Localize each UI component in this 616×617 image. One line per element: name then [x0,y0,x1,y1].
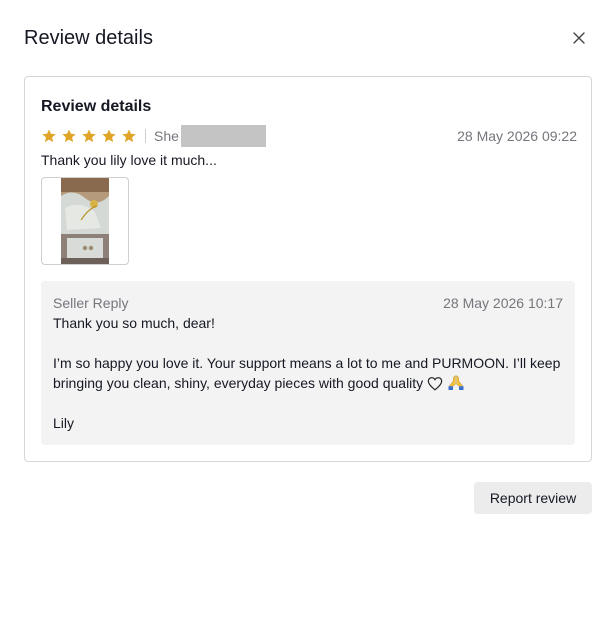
star-icon [82,129,96,143]
reply-line: I’m so happy you love it. Your support m… [53,355,561,391]
reply-line: Thank you so much, dear! [53,315,215,331]
review-photo[interactable] [41,177,129,265]
redacted-name-block [180,125,266,147]
praying-hands-icon [448,375,464,390]
report-review-button[interactable]: Report review [474,482,592,514]
divider [145,129,146,143]
star-icon [42,129,56,143]
reply-paragraph: I’m so happy you love it. Your support m… [53,353,563,393]
seller-reply-date: 28 May 2026 10:17 [443,295,563,311]
reply-signature: Lily [53,415,75,431]
close-button[interactable] [569,28,589,48]
rating-row: She 28 May 2026 09:22 [41,125,577,147]
close-icon [573,32,585,44]
dialog-title: Review details [24,27,153,49]
review-details-dialog: Review details Review details She 28 May… [0,0,616,617]
seller-reply: Seller Reply 28 May 2026 10:17 Thank you… [41,281,575,445]
seller-reply-label: Seller Reply [53,295,129,311]
review-photo-thumbnail [61,178,109,264]
seller-reply-header: Seller Reply 28 May 2026 10:17 [53,294,563,312]
star-rating [41,128,137,144]
reviewer-name: She [154,128,179,144]
star-icon [122,129,136,143]
review-date: 28 May 2026 09:22 [457,128,577,144]
star-icon [102,129,116,143]
review-card: Review details She 28 May 2026 09:22 Tha… [24,76,592,462]
review-text: Thank you lily love it much... [41,152,217,168]
heart-icon [427,377,443,391]
review-section-title: Review details [41,98,152,115]
star-icon [62,129,76,143]
seller-reply-body: Thank you so much, dear! I’m so happy yo… [53,313,563,433]
